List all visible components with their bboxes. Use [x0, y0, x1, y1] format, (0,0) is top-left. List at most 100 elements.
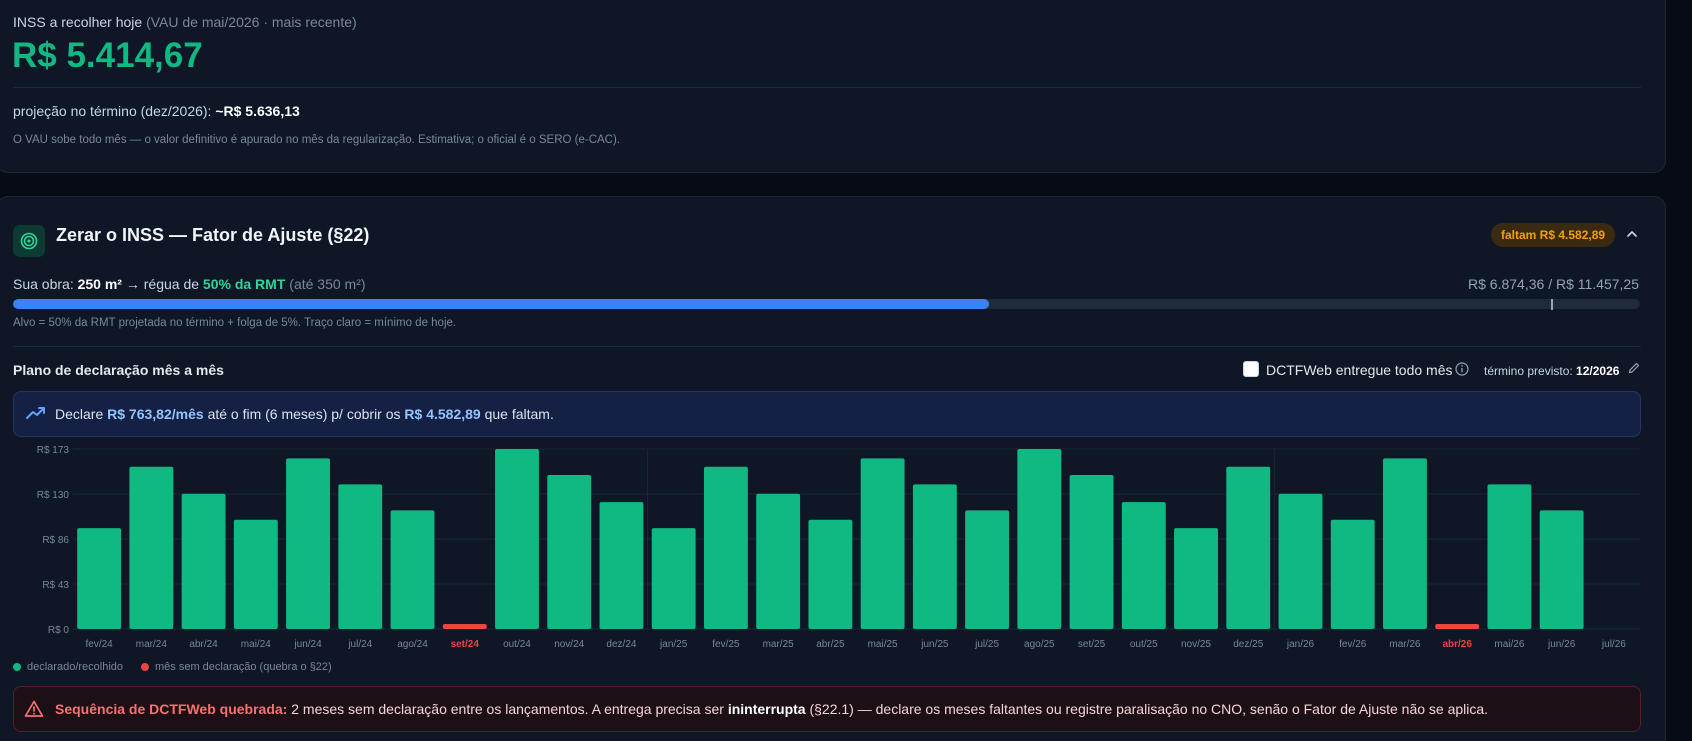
obra-prefix: Sua obra: — [13, 276, 74, 292]
bar-missing — [442, 624, 487, 629]
bar — [599, 502, 644, 629]
banner-prefix: Declare — [55, 406, 104, 422]
projection-value: ~R$ 5.636,13 — [215, 103, 300, 119]
x-tick-label: abr/26 — [1442, 639, 1472, 650]
inss-amount: R$ 5.414,67 — [12, 36, 203, 75]
x-tick-label: set/25 — [1078, 639, 1106, 650]
y-tick-label: R$ 86 — [42, 535, 69, 546]
x-tick-label: dez/24 — [606, 639, 636, 650]
bar — [1121, 502, 1166, 629]
info-icon[interactable] — [1455, 362, 1469, 376]
obra-mid: → régua de — [125, 276, 200, 292]
x-tick-label: nov/25 — [1181, 639, 1211, 650]
alvo-note: Alvo = 50% da RMT projetada no término +… — [13, 317, 457, 329]
legend-missing: mês sem declaração (quebra o §22) — [155, 661, 332, 673]
x-tick-label: jun/26 — [1547, 639, 1576, 650]
alert-strong: Sequência de DCTFWeb quebrada: — [55, 701, 288, 717]
x-tick-label: fev/24 — [85, 639, 113, 650]
alert-text2: (§22.1) — declare os meses faltantes ou … — [809, 701, 1489, 717]
divider — [13, 346, 1641, 347]
projection-line: projeção no término (dez/2026): ~R$ 5.63… — [13, 103, 300, 119]
x-tick-label: jul/26 — [1601, 639, 1626, 650]
x-tick-label: out/24 — [503, 639, 531, 650]
warning-icon — [24, 699, 44, 719]
x-tick-label: fev/25 — [712, 639, 740, 650]
legend-dot-missing — [141, 663, 149, 671]
bar — [233, 519, 278, 629]
bar — [1487, 484, 1532, 629]
plan-banner-text: Declare R$ 763,82/mês até o fim (6 meses… — [55, 406, 554, 422]
termino-value: 12/2026 — [1576, 364, 1620, 378]
banner-suffix: que faltam. — [484, 406, 554, 422]
collapse-chevron-icon[interactable] — [1622, 224, 1642, 244]
legend-dot-declared — [13, 663, 21, 671]
dctfweb-label[interactable]: DCTFWeb entregue todo mês — [1266, 362, 1453, 378]
bar — [1539, 510, 1584, 629]
minimum-marker — [1551, 299, 1554, 310]
bar — [1383, 458, 1427, 629]
x-tick-label: mai/24 — [241, 639, 271, 650]
bar — [703, 466, 748, 629]
obra-limit: (até 350 m²) — [289, 276, 366, 292]
x-tick-label: dez/25 — [1233, 639, 1263, 650]
alert-text1: 2 meses sem declaração entre os lançamen… — [291, 701, 724, 717]
termino-label: término previsto: — [1484, 364, 1573, 378]
x-tick-label: mar/26 — [1389, 639, 1421, 650]
x-tick-label: ago/24 — [397, 639, 428, 650]
bar — [1069, 475, 1114, 629]
bar — [495, 449, 539, 629]
bar — [1278, 493, 1323, 629]
alert-text: Sequência de DCTFWeb quebrada: 2 meses s… — [55, 701, 1488, 717]
bar — [1174, 528, 1218, 629]
bar — [181, 493, 226, 629]
edit-pencil-icon[interactable] — [1627, 361, 1641, 375]
bar — [651, 528, 696, 629]
bar — [965, 510, 1010, 629]
inss-label-line: INSS a recolher hoje (VAU de mai/2026 · … — [13, 14, 357, 30]
x-tick-label: jul/25 — [974, 639, 999, 650]
progress-value-text: R$ 6.874,36 / R$ 11.457,25 — [1468, 276, 1639, 292]
x-tick-label: jan/26 — [1286, 639, 1315, 650]
x-tick-label: mai/25 — [868, 639, 898, 650]
alert-strong2: ininterrupta — [727, 701, 806, 717]
projection-label: projeção no término (dez/2026): — [13, 103, 212, 119]
legend-declared: declarado/recolhido — [27, 661, 124, 673]
monthly-bar-chart: R$ 0 R$ 43 R$ 86 R$ 130 R$ 173 fev/24 mar/24 ab… — [37, 445, 1640, 650]
x-tick-label: mai/26 — [1494, 639, 1524, 650]
bar — [1017, 449, 1062, 629]
inss-label: INSS a recolher hoje — [13, 14, 143, 30]
fator-progress-bar — [13, 299, 1640, 309]
x-tick-label: jun/25 — [920, 639, 949, 650]
bar — [912, 484, 957, 629]
bar — [129, 466, 174, 629]
obra-line: Sua obra: 250 m² → régua de 50% da RMT (… — [13, 276, 366, 292]
bar — [1226, 466, 1271, 629]
bar — [808, 519, 853, 629]
bar — [547, 475, 592, 629]
progress-fill — [13, 299, 990, 309]
y-tick-label: R$ 130 — [37, 490, 70, 501]
bar — [756, 493, 801, 629]
banner-amount: R$ 763,82/mês — [107, 406, 204, 422]
trending-up-icon — [25, 403, 47, 423]
plano-title: Plano de declaração mês a mês — [13, 362, 224, 378]
y-tick-label: R$ 0 — [48, 625, 70, 636]
x-tick-label: mar/25 — [763, 639, 795, 650]
divider — [13, 87, 1641, 88]
inss-label-note: (VAU de mai/2026 · mais recente) — [146, 14, 357, 30]
y-tick-label: R$ 43 — [42, 580, 69, 591]
banner-total: R$ 4.582,89 — [404, 406, 481, 422]
dctfweb-checkbox[interactable] — [1243, 361, 1259, 377]
x-tick-label: jun/24 — [293, 639, 322, 650]
x-tick-label: abr/25 — [816, 639, 845, 650]
bar — [77, 528, 122, 629]
summary-footnote: O VAU sobe todo mês — o valor definitivo… — [13, 134, 621, 146]
x-tick-label: fev/26 — [1339, 639, 1367, 650]
target-icon — [13, 225, 45, 257]
x-tick-label: abr/24 — [189, 639, 218, 650]
x-tick-label: mar/24 — [136, 639, 168, 650]
x-tick-label: ago/25 — [1024, 639, 1055, 650]
termino-line: término previsto: 12/2026 — [1484, 364, 1619, 378]
banner-mid: até o fim (6 meses) p/ cobrir os — [207, 406, 401, 422]
obra-area: 250 m² — [77, 276, 122, 292]
